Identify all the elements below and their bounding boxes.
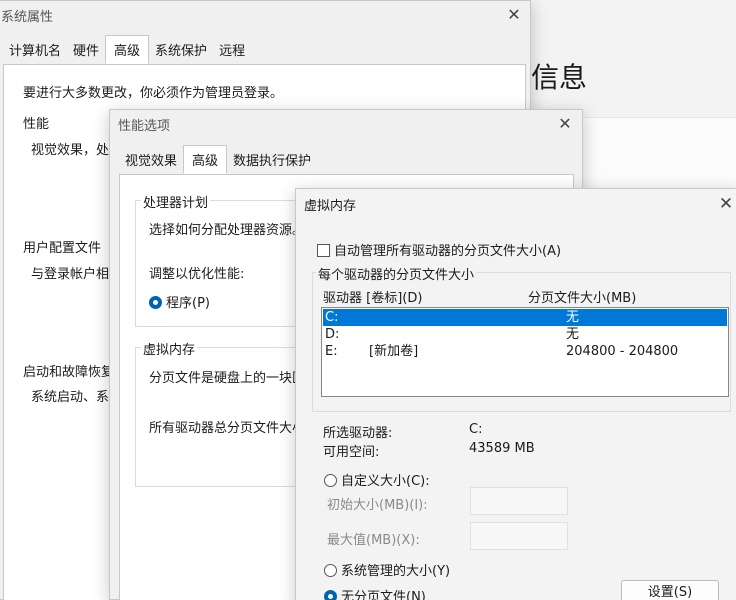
tab-remote[interactable]: 远程 [213,36,251,63]
checkbox-icon [317,244,330,257]
vm-total: 所有驱动器总分页文件大小 [149,421,306,436]
tab-visual-effects[interactable]: 视觉效果 [119,146,183,173]
admin-note: 要进行大多数更改，你必须作为管理员登录。 [23,86,284,101]
dialog-title: 性能选项 [118,118,171,134]
startup-desc: 系统启动、系 [31,390,110,405]
free-space-value: 43589 MB [469,441,535,456]
column-drive: 驱动器 [卷标](D) [323,291,423,306]
custom-size-radio[interactable]: 自定义大小(C): [324,470,430,489]
radio-icon [324,564,337,577]
drive-list[interactable]: C: 无 D: 无 E: [新加卷] 204800 - 204800 [321,307,729,397]
dialog-title: 虚拟内存 [304,198,357,214]
processor-desc: 选择如何分配处理器资源。 [149,223,306,238]
initial-size-label: 初始大小(MB)(I): [327,498,428,513]
performance-desc: 视觉效果，处 [31,143,110,158]
selected-drive-label: 所选驱动器: [323,426,393,441]
adjust-label: 调整以优化性能: [149,267,245,282]
max-size-label: 最大值(MB)(X): [327,533,420,548]
radio-selected-icon [149,296,162,309]
set-button[interactable]: 设置(S) [621,580,719,600]
drive-row-e[interactable]: E: [新加卷] 204800 - 204800 [323,343,727,360]
close-icon[interactable]: ✕ [553,114,577,134]
max-size-input[interactable] [470,522,568,550]
radio-icon [324,474,337,487]
tab-advanced[interactable]: 高级 [105,35,150,64]
tab-hardware[interactable]: 硬件 [67,36,105,63]
program-radio[interactable]: 程序(P) [149,292,210,311]
performance-label: 性能 [23,117,50,132]
dialog-title: 系统属性 [1,9,54,25]
tab-system-protection[interactable]: 系统保护 [149,36,213,63]
page-title: 信息 [531,61,588,94]
user-profile-label: 用户配置文件 [23,241,102,256]
auto-manage-checkbox[interactable]: 自动管理所有驱动器的分页文件大小(A) [317,240,561,259]
startup-label: 启动和故障恢复 [23,365,115,380]
no-paging-radio[interactable]: 无分页文件(N) [324,586,426,600]
virtual-memory-dialog: 虚拟内存 ✕ 自动管理所有驱动器的分页文件大小(A) 每个驱动器的分页文件大小 … [295,188,736,600]
system-managed-radio[interactable]: 系统管理的大小(Y) [324,560,450,579]
column-page-size: 分页文件大小(MB) [528,291,637,306]
drive-row-d[interactable]: D: 无 [323,326,727,343]
initial-size-input[interactable] [470,487,568,515]
tab-advanced[interactable]: 高级 [183,145,228,174]
close-icon[interactable]: ✕ [714,194,736,214]
free-space-label: 可用空间: [323,445,380,460]
tab-computer-name[interactable]: 计算机名 [3,36,67,63]
drive-row-c[interactable]: C: 无 [323,309,727,326]
user-profile-desc: 与登录帐户相 [31,267,110,282]
selected-drive-value: C: [469,422,483,437]
close-icon[interactable]: ✕ [502,5,526,25]
radio-selected-icon [324,590,337,600]
vm-desc: 分页文件是硬盘上的一块区 [149,371,306,386]
tab-dep[interactable]: 数据执行保护 [227,146,317,173]
